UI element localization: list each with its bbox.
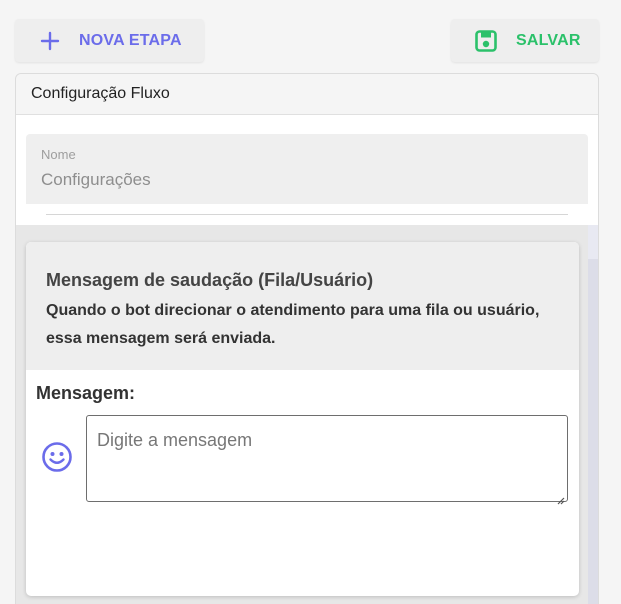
message-textarea[interactable]: Digite a mensagem (86, 415, 568, 505)
floppy-disk-icon (473, 28, 499, 54)
new-step-label: NOVA ETAPA (79, 31, 182, 49)
new-step-button[interactable]: NOVA ETAPA (15, 19, 204, 62)
flow-config-panel: Configuração Fluxo Nome Configurações Me… (15, 73, 599, 604)
message-label: Mensagem: (36, 383, 136, 403)
scrollbar-thumb[interactable] (588, 225, 598, 259)
divider (46, 214, 568, 215)
card-description: Quando o bot direcionar o atendimento pa… (46, 302, 540, 347)
card-title: Mensagem de saudação (Fila/Usuário) (46, 270, 374, 290)
name-field[interactable]: Nome Configurações (26, 134, 588, 204)
save-label: SALVAR (516, 31, 581, 49)
resize-handle-icon[interactable] (555, 489, 565, 505)
message-placeholder: Digite a mensagem (97, 430, 253, 450)
smiley-face-icon[interactable] (40, 440, 74, 474)
greeting-message-card: Mensagem de saudação (Fila/Usuário) Quan… (26, 242, 579, 596)
save-button[interactable]: SALVAR (451, 19, 599, 62)
name-field-value: Configurações (41, 170, 151, 189)
panel-top-section: Nome Configurações (16, 115, 598, 225)
panel-title: Configuração Fluxo (16, 74, 598, 115)
plus-icon (39, 30, 61, 52)
name-field-label: Nome (41, 147, 76, 162)
scrollbar[interactable] (588, 225, 598, 604)
card-header: Mensagem de saudação (Fila/Usuário) Quan… (26, 242, 579, 370)
